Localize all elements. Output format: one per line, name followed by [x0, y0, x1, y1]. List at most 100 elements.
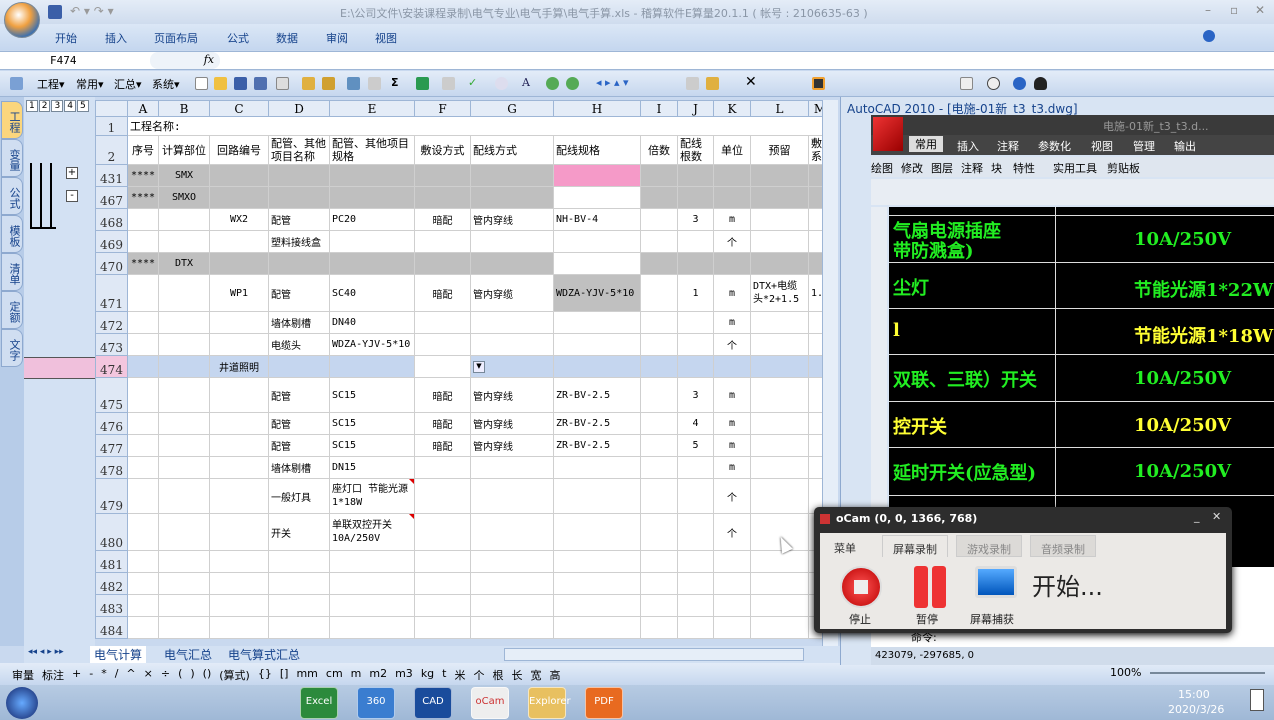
- properties-icon[interactable]: [302, 77, 315, 90]
- vtab-project[interactable]: 工程: [1, 101, 23, 139]
- cell[interactable]: [127, 550, 159, 573]
- highlight-icon[interactable]: [812, 77, 825, 90]
- pause-label[interactable]: 暂停: [916, 611, 938, 627]
- column-header[interactable]: I: [640, 100, 678, 117]
- bottom-tool-button[interactable]: (: [178, 667, 182, 683]
- row-header[interactable]: 476: [95, 412, 128, 435]
- bottom-tool-button[interactable]: +: [72, 667, 81, 683]
- column-header[interactable]: D: [268, 100, 330, 117]
- cell[interactable]: [268, 572, 330, 595]
- cell[interactable]: [553, 230, 641, 253]
- cell[interactable]: 3: [677, 377, 714, 413]
- cell[interactable]: [329, 594, 415, 617]
- menu-common[interactable]: 常用▾: [76, 76, 104, 92]
- cell[interactable]: 个: [713, 230, 751, 253]
- cell[interactable]: [127, 594, 159, 617]
- cell[interactable]: [553, 616, 641, 639]
- row-header[interactable]: 481: [95, 550, 128, 573]
- cell[interactable]: [470, 513, 554, 551]
- cell[interactable]: [414, 333, 471, 356]
- cell[interactable]: [750, 572, 809, 595]
- grid-icon[interactable]: [416, 77, 429, 90]
- bottom-tool-button[interactable]: 米: [455, 667, 466, 683]
- save-icon[interactable]: [48, 5, 62, 19]
- cad-tab-insert[interactable]: 插入: [957, 138, 979, 154]
- cad-tab-manage[interactable]: 管理: [1133, 138, 1155, 154]
- cell[interactable]: SC15: [329, 434, 415, 457]
- cell[interactable]: [553, 513, 641, 551]
- cell[interactable]: [553, 252, 641, 275]
- record-icon[interactable]: [987, 77, 1000, 90]
- bottom-tool-button[interactable]: m2: [369, 667, 387, 683]
- cell[interactable]: [553, 572, 641, 595]
- cad-tab-view[interactable]: 视图: [1091, 138, 1113, 154]
- cell[interactable]: [677, 616, 714, 639]
- cell[interactable]: [640, 208, 678, 231]
- cell[interactable]: 塑料接线盒: [268, 230, 330, 253]
- bottom-tool-button[interactable]: (算式): [219, 667, 250, 683]
- ocam-close-button[interactable]: ✕: [1212, 510, 1221, 523]
- cell[interactable]: DN15: [329, 456, 415, 479]
- cell[interactable]: NH-BV-4: [553, 208, 641, 231]
- stop-label[interactable]: 停止: [849, 611, 871, 627]
- edit-icon[interactable]: [322, 77, 335, 90]
- cell[interactable]: [553, 456, 641, 479]
- next-icon[interactable]: [566, 77, 579, 90]
- cell[interactable]: [209, 311, 269, 334]
- row-header[interactable]: 467: [95, 186, 128, 209]
- maximize-button[interactable]: ▫: [1230, 3, 1238, 17]
- help-icon[interactable]: [1013, 77, 1026, 90]
- cell[interactable]: [127, 456, 159, 479]
- cell[interactable]: 个: [713, 333, 751, 356]
- tab-view[interactable]: 视图: [375, 30, 397, 46]
- font-icon[interactable]: A: [522, 76, 530, 89]
- column-header[interactable]: F: [414, 100, 471, 117]
- table-icon[interactable]: [442, 77, 455, 90]
- cell[interactable]: m: [713, 377, 751, 413]
- cell[interactable]: [329, 355, 415, 378]
- cell[interactable]: [470, 550, 554, 573]
- vtab-text[interactable]: 文字: [1, 329, 23, 367]
- cell[interactable]: 座灯口 节能光源1*18W: [329, 478, 415, 514]
- cell[interactable]: [414, 594, 471, 617]
- cell[interactable]: [470, 230, 554, 253]
- column-header[interactable]: A: [127, 100, 159, 117]
- cell[interactable]: 配管: [268, 377, 330, 413]
- row-header[interactable]: 473: [95, 333, 128, 356]
- ocam-tab-menu[interactable]: 菜单: [824, 535, 866, 557]
- cell[interactable]: [158, 572, 210, 595]
- row-header[interactable]: 474: [95, 355, 128, 378]
- bottom-tool-button[interactable]: 审量: [12, 667, 34, 683]
- cell[interactable]: [677, 594, 714, 617]
- cell[interactable]: 3: [677, 208, 714, 231]
- vtab-template[interactable]: 模板: [1, 215, 23, 253]
- row-header[interactable]: 475: [95, 377, 128, 413]
- horizontal-scrollbar[interactable]: [504, 648, 804, 661]
- cell[interactable]: [470, 478, 554, 514]
- cell[interactable]: [713, 550, 751, 573]
- cell[interactable]: [640, 434, 678, 457]
- cad-tab-output[interactable]: 输出: [1174, 138, 1196, 154]
- cell[interactable]: [677, 230, 714, 253]
- pause-icon[interactable]: [914, 566, 928, 608]
- cell[interactable]: [640, 513, 678, 551]
- cell[interactable]: [127, 478, 159, 514]
- cell[interactable]: [158, 230, 210, 253]
- cell[interactable]: [414, 513, 471, 551]
- column-title-cell[interactable]: 回路编号: [209, 135, 269, 165]
- zoom-slider[interactable]: [1150, 672, 1265, 674]
- cell[interactable]: [640, 252, 678, 275]
- column-header[interactable]: B: [158, 100, 210, 117]
- bottom-tool-button[interactable]: 根: [493, 667, 504, 683]
- column-header[interactable]: H: [553, 100, 641, 117]
- cell[interactable]: 配管: [268, 208, 330, 231]
- column-title-cell[interactable]: 倍数: [640, 135, 678, 165]
- cell[interactable]: [640, 230, 678, 253]
- taskbar-explorer[interactable]: Explorer: [528, 687, 571, 719]
- bottom-tool-button[interactable]: -: [89, 667, 93, 683]
- close-button[interactable]: ✕: [1255, 3, 1265, 17]
- cell[interactable]: [713, 616, 751, 639]
- cell[interactable]: [209, 377, 269, 413]
- cell[interactable]: [158, 333, 210, 356]
- bottom-tool-button[interactable]: m: [351, 667, 362, 683]
